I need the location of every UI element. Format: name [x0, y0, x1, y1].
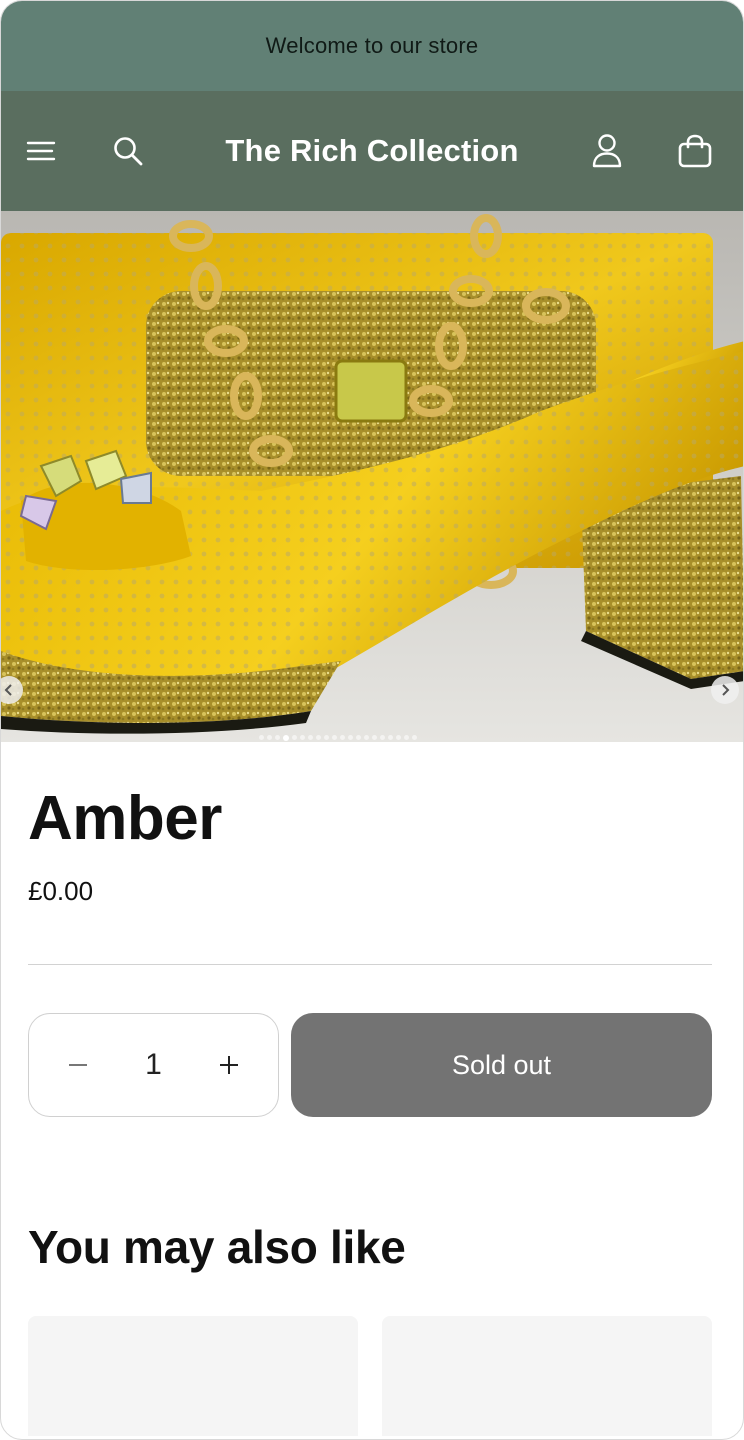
quantity-stepper: 1	[28, 1013, 279, 1117]
product-gallery[interactable]	[1, 211, 743, 742]
gallery-pagination[interactable]	[259, 734, 417, 741]
gallery-dot[interactable]	[300, 735, 305, 740]
product-image[interactable]	[1, 211, 743, 742]
cart-button[interactable]	[663, 91, 727, 211]
related-product-card[interactable]	[28, 1316, 358, 1436]
gallery-dot[interactable]	[412, 735, 417, 740]
gallery-dot[interactable]	[267, 735, 272, 740]
product-title: Amber	[28, 784, 222, 853]
gallery-dot[interactable]	[404, 735, 409, 740]
gallery-dot[interactable]	[356, 735, 361, 740]
account-icon	[592, 134, 622, 168]
menu-button[interactable]	[9, 91, 73, 211]
quantity-increase-button[interactable]	[214, 1050, 244, 1080]
plus-icon	[220, 1056, 238, 1074]
buy-row: 1 Sold out	[28, 1013, 712, 1117]
site-header: The Rich Collection	[1, 91, 743, 211]
announcement-bar: Welcome to our store	[1, 1, 743, 91]
menu-icon	[26, 141, 56, 161]
product-price: £0.00	[28, 876, 94, 906]
chevron-left-icon	[4, 684, 12, 696]
gallery-dot[interactable]	[275, 735, 280, 740]
search-icon	[114, 137, 143, 166]
gallery-dot[interactable]	[316, 735, 321, 740]
gallery-next-button[interactable]	[711, 676, 739, 704]
gallery-dot[interactable]	[283, 734, 289, 741]
related-product-card[interactable]	[382, 1316, 712, 1436]
related-heading: You may also like	[28, 1221, 406, 1273]
gallery-dot[interactable]	[380, 735, 385, 740]
cart-icon	[678, 134, 712, 168]
gallery-dot[interactable]	[340, 735, 345, 740]
divider	[28, 964, 712, 965]
account-button[interactable]	[575, 91, 639, 211]
announcement-text: Welcome to our store	[265, 33, 479, 58]
gallery-dot[interactable]	[396, 735, 401, 740]
gallery-dot[interactable]	[332, 735, 337, 740]
minus-icon	[69, 1064, 87, 1066]
gallery-dot[interactable]	[292, 735, 297, 740]
gallery-dot[interactable]	[348, 735, 353, 740]
gallery-dot[interactable]	[372, 735, 377, 740]
gallery-dot[interactable]	[259, 735, 264, 740]
quantity-decrease-button[interactable]	[63, 1050, 93, 1080]
search-button[interactable]	[96, 91, 160, 211]
gallery-dot[interactable]	[388, 735, 393, 740]
gallery-dot[interactable]	[324, 735, 329, 740]
brand-name[interactable]: The Rich Collection	[225, 133, 518, 169]
gallery-dot[interactable]	[308, 735, 313, 740]
quantity-input[interactable]: 1	[145, 1048, 162, 1082]
related-products	[28, 1316, 712, 1436]
gallery-dot[interactable]	[364, 735, 369, 740]
page-frame: Welcome to our store The Rich Collection	[0, 0, 744, 1440]
product-info: Amber £0.00 1 Sold out You may also like	[1, 784, 743, 1436]
chevron-right-icon	[722, 684, 730, 696]
sold-out-button[interactable]: Sold out	[291, 1013, 712, 1117]
